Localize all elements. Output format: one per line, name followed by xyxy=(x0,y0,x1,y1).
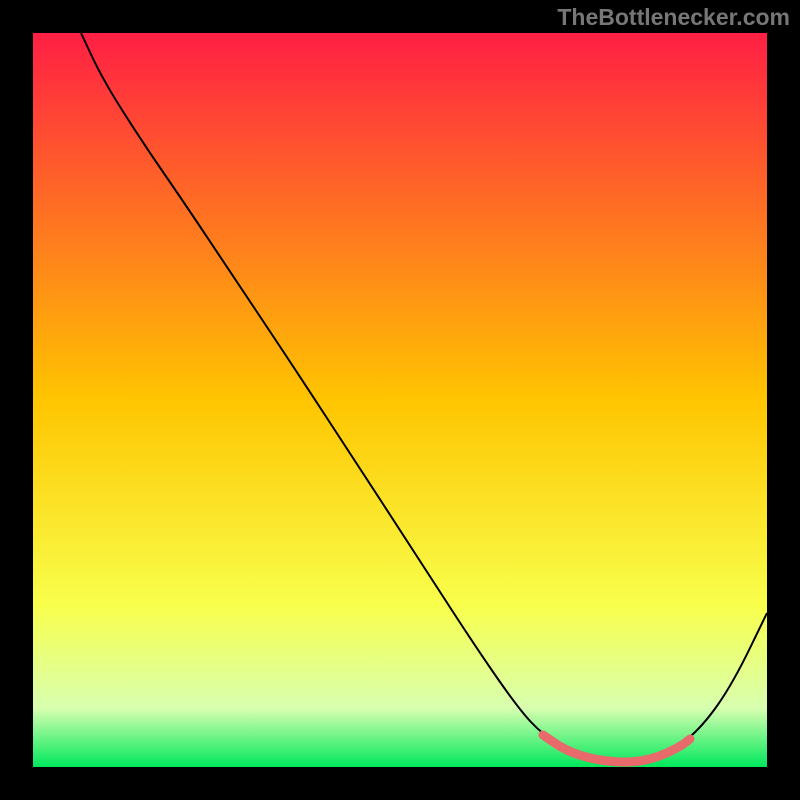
watermark-text: TheBottlenecker.com xyxy=(557,4,790,31)
chart-area xyxy=(33,33,767,767)
chart-svg xyxy=(33,33,767,767)
